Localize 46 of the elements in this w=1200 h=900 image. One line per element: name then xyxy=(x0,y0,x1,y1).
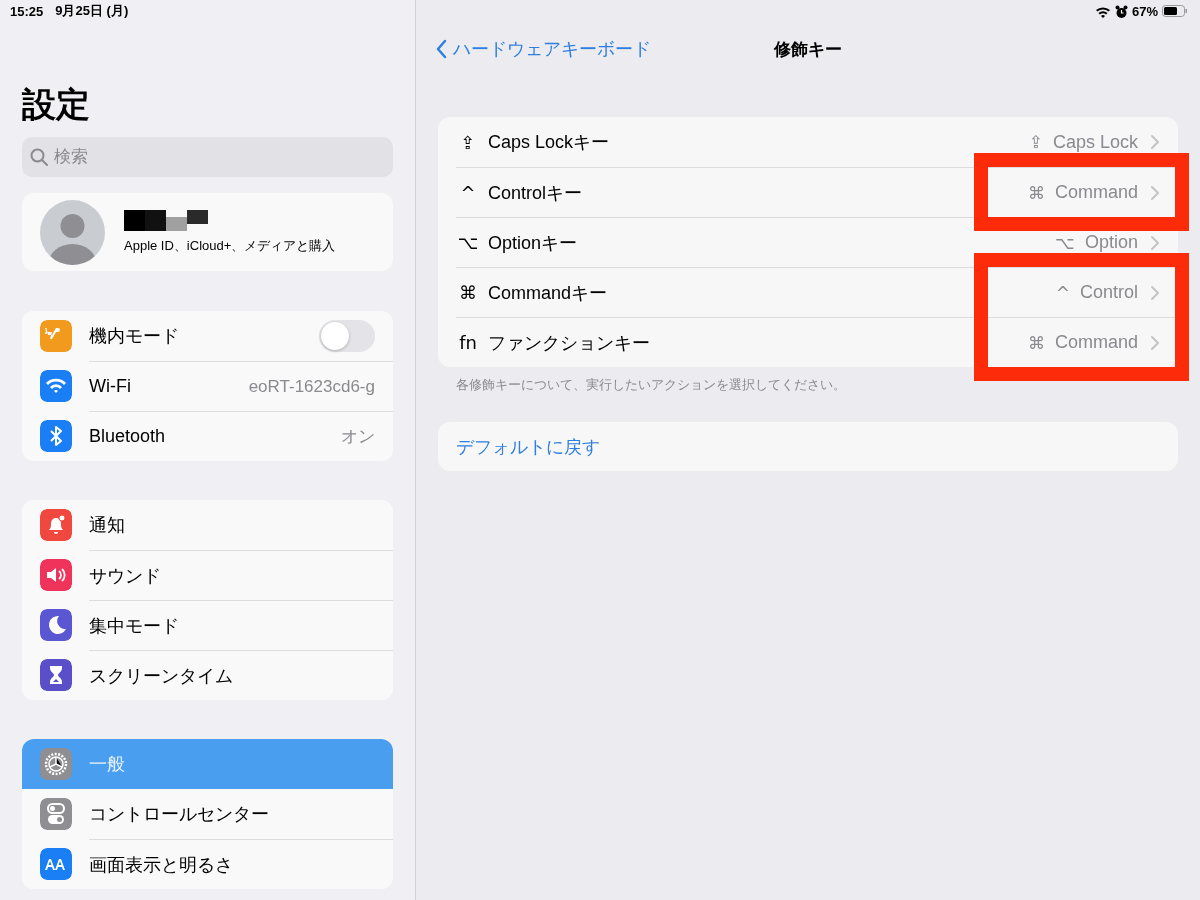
item-label: 機内モード xyxy=(89,325,180,348)
key-label[interactable]: Controlキー xyxy=(488,180,1028,205)
nav-title: 修飾キー xyxy=(774,38,842,61)
footer-note: 各修飾キーについて、実行したいアクションを選択してください。 xyxy=(456,376,846,394)
page-title: 設定 xyxy=(22,84,90,124)
item-value: オン xyxy=(341,426,375,448)
item-label: コントロールセンター xyxy=(89,803,270,826)
chevron-right-icon xyxy=(1150,184,1160,201)
chevron-right-icon xyxy=(1150,284,1160,301)
search-field[interactable]: 検索 xyxy=(22,137,393,177)
key-label[interactable]: Commandキー xyxy=(488,280,1056,305)
key-label[interactable]: Caps Lockキー xyxy=(488,130,1029,154)
key-symbol: ⌘ xyxy=(1027,332,1045,353)
item-label: Bluetooth xyxy=(89,426,167,447)
key-symbol: ^ xyxy=(1055,282,1070,303)
item-label: スクリーンタイム xyxy=(89,664,234,688)
account-subtitle: Apple ID、iCloud+、メディアと購入 xyxy=(124,236,336,255)
item-label: 一般 xyxy=(89,753,126,776)
item-label: 通知 xyxy=(89,514,126,537)
item-label: 画面表示と明るさ xyxy=(89,853,234,877)
item-label: サウンド xyxy=(89,564,162,588)
key-symbol: ^ xyxy=(459,182,477,203)
key-label[interactable]: ファンクションキー xyxy=(488,330,1028,355)
toggle-switch[interactable] xyxy=(319,320,375,352)
key-symbol: ⌘ xyxy=(458,282,478,303)
item-label: 集中モード xyxy=(89,614,180,638)
item-label: Wi-Fi xyxy=(89,376,132,397)
chevron-right-icon xyxy=(1150,334,1160,351)
battery-percent: 67% xyxy=(1131,3,1158,19)
profile-card[interactable]: Apple ID、iCloud+、メディアと購入 xyxy=(22,193,393,271)
chevron-left-icon xyxy=(436,39,447,59)
chevron-right-icon xyxy=(1150,234,1160,251)
chevron-right-icon xyxy=(1150,134,1160,150)
key-symbol: ⌥ xyxy=(1055,232,1075,253)
key-symbol: ⌘ xyxy=(1027,182,1045,203)
item-value: eoRT-1623cd6-g xyxy=(248,376,375,397)
key-label[interactable]: Optionキー xyxy=(488,230,1056,255)
key-symbol: ⇪ xyxy=(459,131,477,153)
key-symbol: ⇪ xyxy=(1028,132,1043,152)
key-symbol: fn xyxy=(458,332,478,353)
reset-button[interactable]: デフォルトに戻す xyxy=(438,422,1178,471)
battery-icon xyxy=(1162,5,1188,17)
alarm-clock-icon xyxy=(1114,4,1128,18)
status-time: 15:25 xyxy=(10,3,44,19)
key-symbol: ⌥ xyxy=(456,232,480,253)
status-date: 9月25日 (月) xyxy=(55,2,129,20)
